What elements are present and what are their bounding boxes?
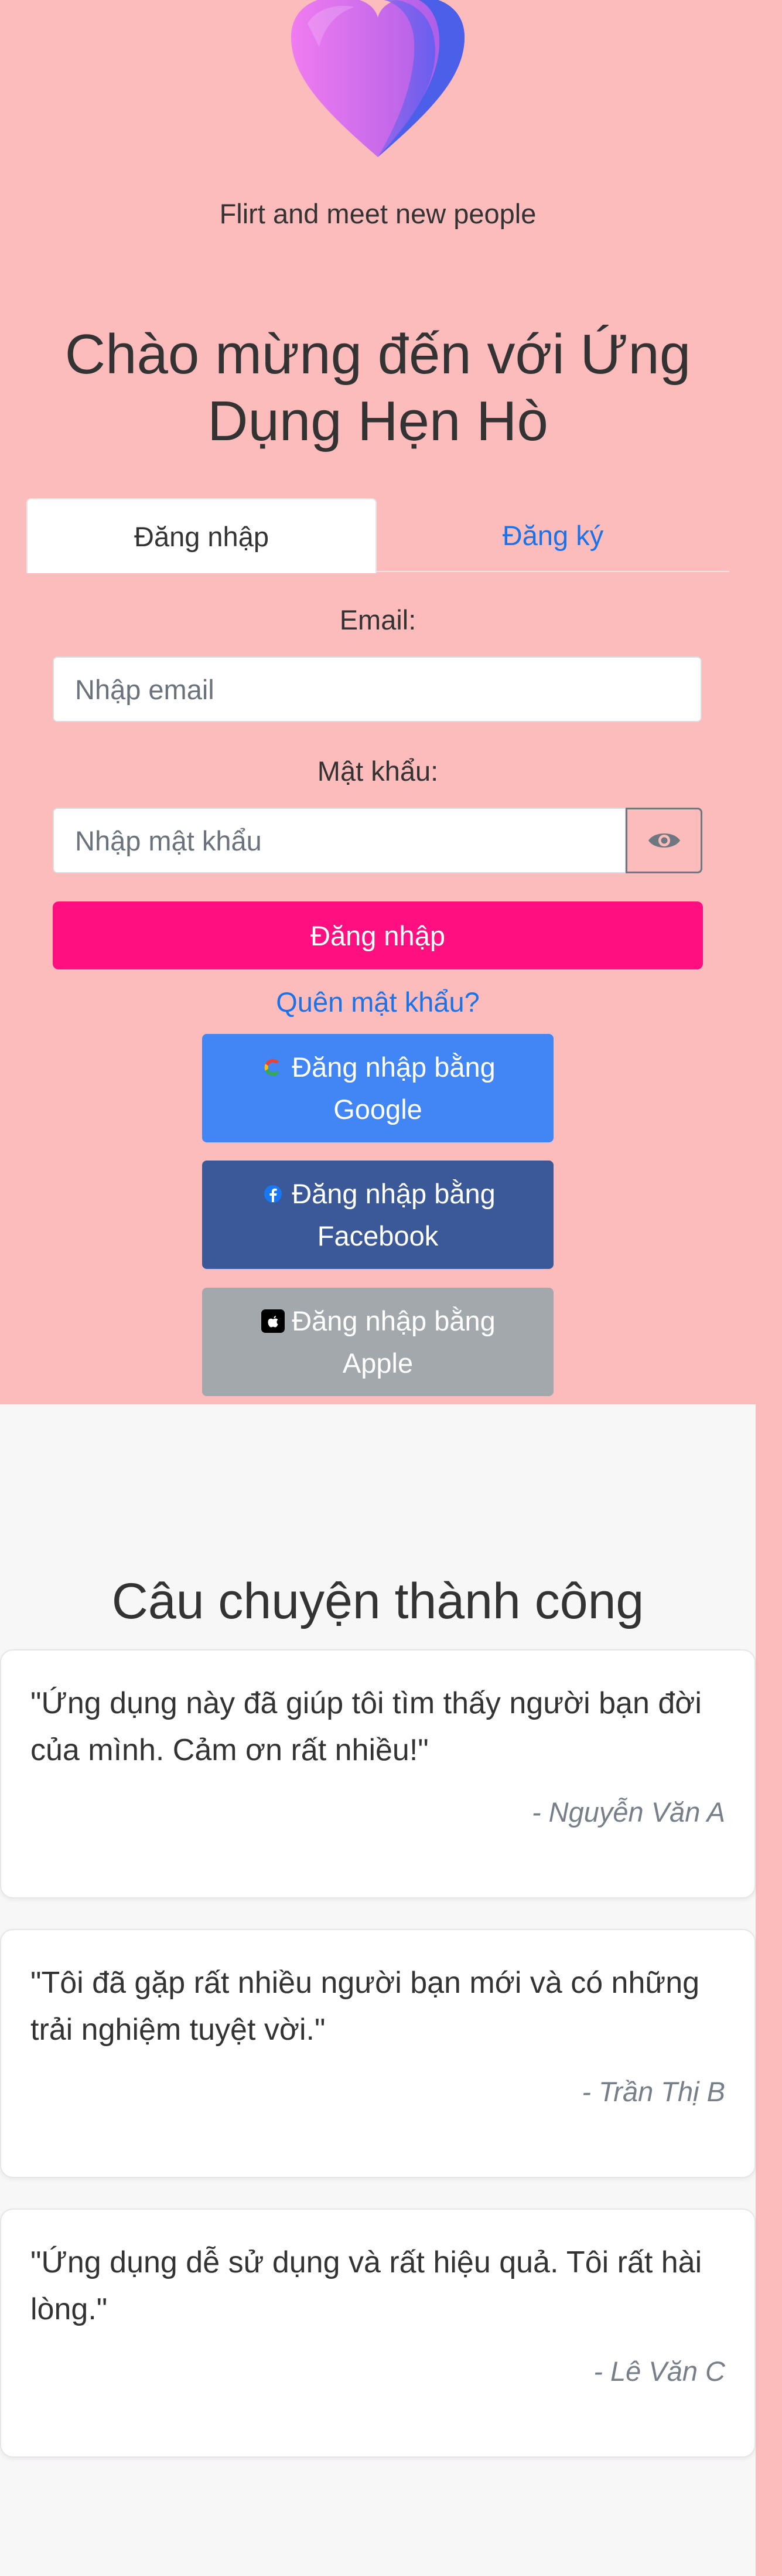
facebook-login-button[interactable]: Đăng nhập bằng Facebook xyxy=(202,1161,554,1269)
testimonial-quote: "Tôi đã gặp rất nhiều người bạn mới và c… xyxy=(30,1966,700,2047)
testimonial-author: - Trần Thị B xyxy=(582,2076,725,2107)
forgot-password-link[interactable]: Quên mật khẩu? xyxy=(0,986,756,1018)
auth-tabs: Đăng nhập Đăng ký xyxy=(26,498,729,573)
facebook-button-label-2: Facebook xyxy=(317,1220,439,1251)
testimonial-card: "Ứng dụng này đã giúp tôi tìm thấy người… xyxy=(0,1649,756,1898)
heart-logo-icon xyxy=(291,0,465,157)
tab-login[interactable]: Đăng nhập xyxy=(26,498,377,573)
eye-icon xyxy=(648,833,680,848)
email-label: Email: xyxy=(339,604,416,635)
testimonial-quote: "Ứng dụng này đã giúp tôi tìm thấy người… xyxy=(30,1686,702,1767)
apple-icon xyxy=(261,1309,285,1333)
tab-register[interactable]: Đăng ký xyxy=(378,498,728,572)
google-button-label-1: Đăng nhập bằng xyxy=(292,1051,496,1083)
password-input[interactable] xyxy=(53,808,626,873)
google-icon xyxy=(264,1059,282,1076)
testimonial-quote: "Ứng dụng dễ sử dụng và rất hiệu quả. Tô… xyxy=(30,2245,702,2326)
password-label: Mật khẩu: xyxy=(317,756,439,787)
toggle-password-button[interactable] xyxy=(626,808,702,873)
welcome-title: Chào mừng đến với Ứng Dụng Hẹn Hò xyxy=(64,323,691,452)
email-input[interactable] xyxy=(53,656,702,722)
apple-button-label-2: Apple xyxy=(342,1347,414,1379)
login-button[interactable]: Đăng nhập xyxy=(53,901,703,969)
apple-button-label-1: Đăng nhập bằng xyxy=(292,1305,496,1336)
testimonial-card: "Tôi đã gặp rất nhiều người bạn mới và c… xyxy=(0,1929,756,2178)
google-login-button[interactable]: Đăng nhập bằng Google xyxy=(202,1034,554,1142)
page: Flirt and meet new people Chào mừng đến … xyxy=(0,0,782,2576)
login-section: Flirt and meet new people Chào mừng đến … xyxy=(0,0,782,1404)
testimonial-card: "Ứng dụng dễ sử dụng và rất hiệu quả. Tô… xyxy=(0,2209,756,2458)
right-edge-strip xyxy=(756,1404,782,2576)
testimonial-author: - Lê Văn C xyxy=(593,2356,725,2387)
facebook-button-label-1: Đăng nhập bằng xyxy=(292,1178,496,1209)
tagline: Flirt and meet new people xyxy=(219,198,537,229)
testimonial-author: - Nguyễn Văn A xyxy=(531,1796,725,1828)
google-button-label-2: Google xyxy=(333,1093,422,1125)
facebook-icon xyxy=(264,1185,282,1203)
apple-login-button[interactable]: Đăng nhập bằng Apple xyxy=(202,1288,554,1396)
testimonials-title: Câu chuyện thành công xyxy=(111,1573,644,1629)
